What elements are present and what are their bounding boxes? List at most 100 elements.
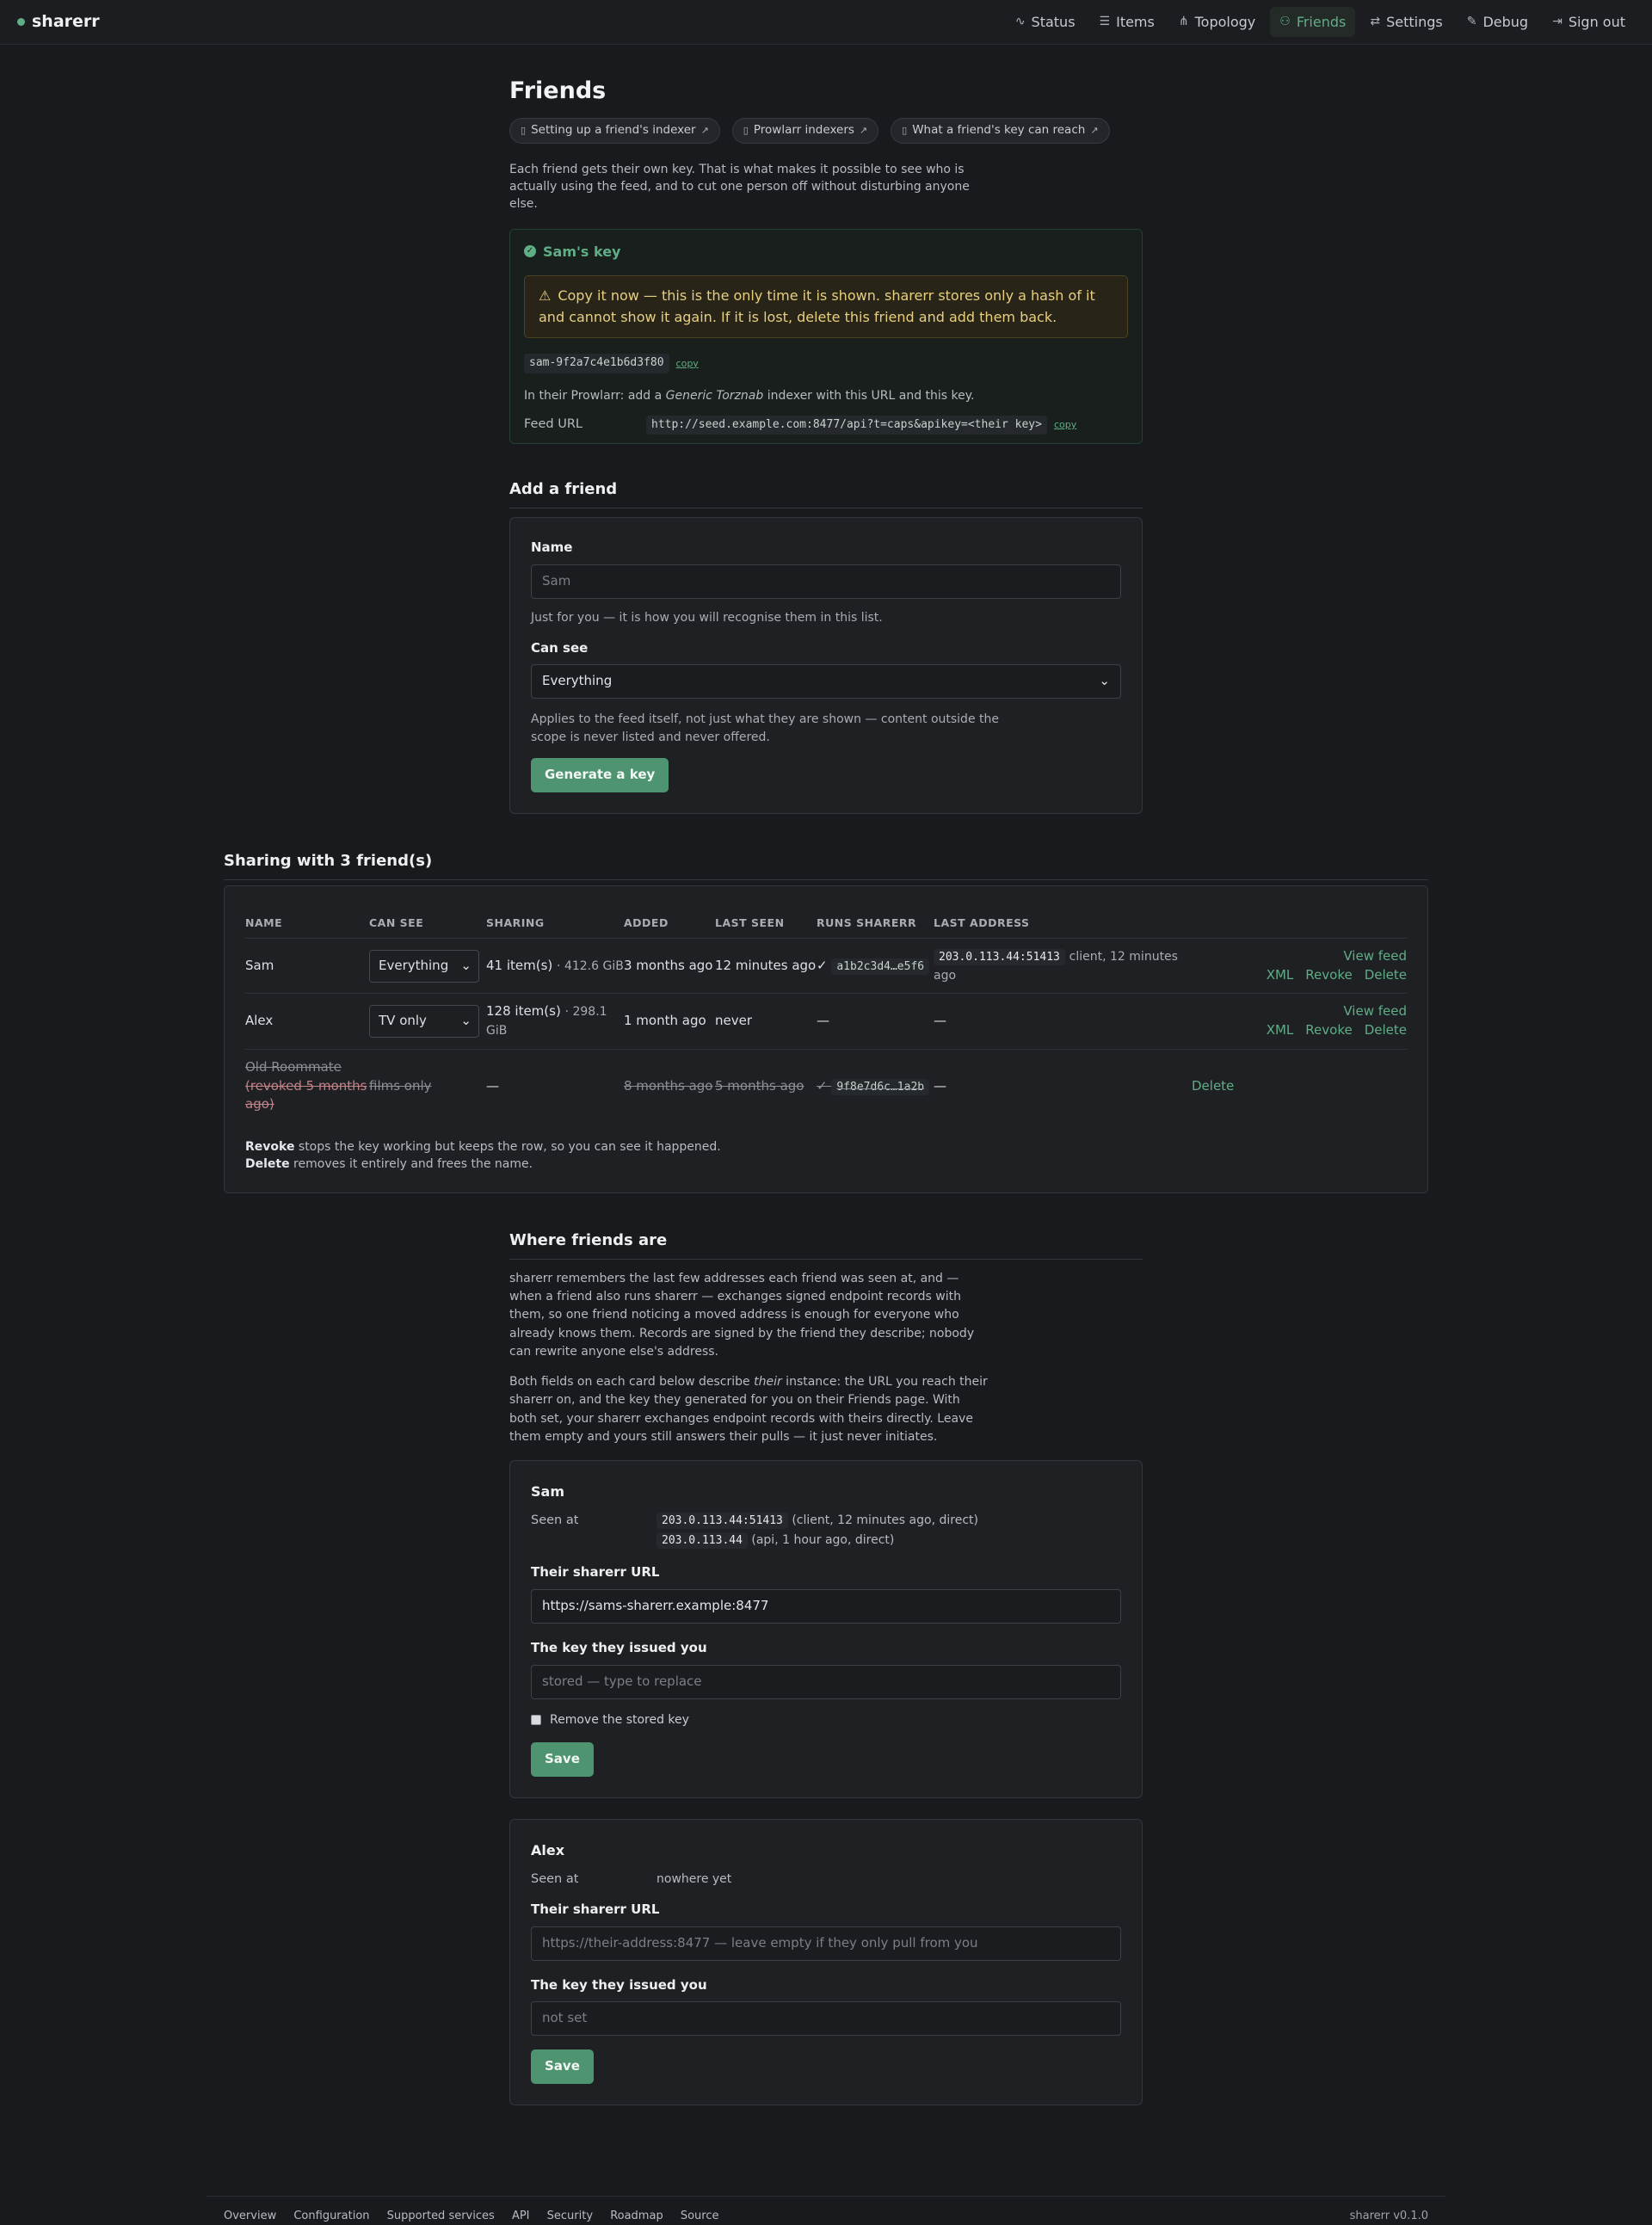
sharing-cell: — (486, 1077, 499, 1094)
doc-chip-key-reach[interactable]: ▯ What a friend's key can reach ↗ (891, 118, 1110, 144)
friends-icon: ⚇ (1279, 15, 1291, 29)
friend-endpoint-card-sam: Sam Seen at 203.0.113.44:51413 (client, … (509, 1460, 1143, 1798)
issued-key-input[interactable]: not set (531, 2001, 1121, 2037)
doc-chip-prowlarr[interactable]: ▯ Prowlarr indexers ↗ (731, 118, 879, 144)
friends-table: NAME CAN SEE SHARING ADDED LAST SEEN RUN… (245, 899, 1407, 1123)
friend-endpoint-card-alex: Alex Seen at nowhere yet Their sharerr U… (509, 1818, 1143, 2106)
sharerr-url-input[interactable]: https://sams-sharerr.example:8477 (531, 1588, 1121, 1624)
footer-link-overview[interactable]: Overview (224, 2210, 276, 2222)
sharing-heading: Sharing with 3 friend(s) (224, 850, 1428, 880)
where-friends-section: Where friends are sharerr remembers the … (509, 1230, 1143, 2106)
nav-friends[interactable]: ⚇ Friends (1270, 6, 1356, 38)
col-sharing: SHARING (486, 899, 624, 939)
footer-link-api[interactable]: API (512, 2210, 530, 2222)
book-icon: ▯ (521, 124, 527, 136)
brand[interactable]: sharerr (17, 10, 100, 34)
row-cansee-select[interactable]: Everything ⌄ (369, 949, 479, 983)
save-button[interactable]: Save (531, 2049, 594, 2085)
footer-link-security[interactable]: Security (547, 2210, 593, 2222)
table-row: Alex TV only ⌄ 128 item(s) · 298.1 GiB 1 … (245, 993, 1407, 1050)
revoke-link[interactable]: Revoke (1305, 1022, 1352, 1038)
last-seen-cell: 12 minutes ago (715, 938, 817, 995)
friends-table-panel: NAME CAN SEE SHARING ADDED LAST SEEN RUN… (224, 884, 1428, 1193)
name-input[interactable]: Sam (531, 564, 1121, 600)
friends-header: Friends ▯ Setting up a friend's indexer ↗ … (509, 74, 1143, 445)
footer-link-supported-services[interactable]: Supported services (387, 2210, 495, 2222)
delete-link[interactable]: Delete (1365, 967, 1407, 983)
sharing-section: Sharing with 3 friend(s) NAME CAN SEE SH… (224, 850, 1428, 1193)
top-nav: sharerr ∿ Status ☰ Items ⋔ Topology ⚇ Friend… (0, 0, 1652, 45)
external-link-icon: ↗ (700, 124, 709, 136)
nav-topology[interactable]: ⋔ Topology (1169, 7, 1265, 37)
footer: Overview Configuration Supported service… (206, 2196, 1446, 2225)
remove-key-option[interactable]: Remove the stored key (531, 1711, 1121, 1729)
friend-name: Sam (245, 938, 369, 995)
brand-name: sharerr (32, 11, 100, 31)
nav-debug[interactable]: ✎ Debug (1458, 7, 1538, 37)
list-icon: ☰ (1099, 15, 1111, 29)
prowlarr-note: In their Prowlarr: add a Generic Torznab… (524, 389, 975, 404)
friend-name: Alex (245, 993, 369, 1050)
sliders-icon: ⇄ (1370, 15, 1381, 29)
brand-logo-icon (17, 17, 25, 26)
nav-sign-out[interactable]: ⇥ Sign out (1543, 7, 1635, 37)
sharing-cell: 41 item(s) · 412.6 GiB (486, 938, 624, 995)
url-label: Their sharerr URL (531, 1901, 660, 1917)
footer-link-configuration[interactable]: Configuration (293, 2210, 369, 2222)
copy-feed-link[interactable]: copy (1054, 418, 1076, 432)
col-last-seen: LAST SEEN (715, 899, 817, 939)
key-label: The key they issued you (531, 1976, 707, 1993)
last-address-cell: 203.0.113.44:51413 client, 12 minutes ag… (934, 938, 1192, 995)
key-label: The key they issued you (531, 1639, 707, 1655)
nav-items[interactable]: ☰ Items (1090, 7, 1164, 37)
book-icon: ▯ (743, 124, 749, 136)
table-row: Old Roommate (revoked 5 months ago) films… (245, 1049, 1407, 1123)
footer-link-roadmap[interactable]: Roadmap (610, 2210, 663, 2222)
sharing-cell: 128 item(s) · 298.1 GiB (486, 993, 624, 1050)
nav-status[interactable]: ∿ Status (1006, 7, 1085, 37)
col-name: NAME (245, 899, 369, 939)
remove-key-checkbox[interactable] (531, 1714, 541, 1725)
seen-at: Seen at 203.0.113.44:51413 (client, 12 m… (531, 1512, 1121, 1551)
doc-chip-indexer[interactable]: ▯ Setting up a friend's indexer ↗ (509, 118, 720, 144)
card-friend-name: Sam (531, 1483, 564, 1501)
save-button[interactable]: Save (531, 1741, 594, 1777)
name-label: Name (531, 539, 573, 556)
add-friend-form: Name Sam Just for you — it is how you wi… (509, 517, 1143, 814)
feed-url-label: Feed URL (524, 417, 583, 432)
runs-sharerr-cell: ✓ 9f8e7d6c…1a2b (817, 1049, 934, 1123)
revoke-link[interactable]: Revoke (1305, 967, 1352, 983)
issued-key-input[interactable]: stored — type to replace (531, 1664, 1121, 1699)
doc-chips: ▯ Setting up a friend's indexer ↗ ▯ Prowlar… (509, 118, 1143, 144)
row-cansee-select[interactable]: TV only ⌄ (369, 1005, 479, 1039)
new-key-title: ✓ Sam's key (524, 242, 1128, 262)
runs-sharerr-cell: ✓ a1b2c3d4…e5f6 (817, 938, 934, 995)
last-seen-cell: never (715, 993, 817, 1050)
topology-icon: ⋔ (1178, 15, 1189, 29)
delete-link[interactable]: Delete (1365, 1022, 1407, 1038)
version: sharerr v0.1.0 (1349, 2210, 1428, 2222)
chevron-down-icon: ⌄ (460, 1013, 472, 1029)
feed-url[interactable]: http://seed.example.com:8477/api?t=caps&… (646, 415, 1047, 435)
copy-key-link[interactable]: copy (676, 357, 699, 371)
footer-link-source[interactable]: Source (681, 2210, 719, 2222)
delete-link[interactable]: Delete (1192, 1078, 1234, 1094)
cansee-select[interactable]: Everything ⌄ (531, 664, 1121, 700)
fingerprint: 9f8e7d6c…1a2b (831, 1078, 930, 1095)
copy-warning: ⚠ Copy it now — this is the only time it … (524, 274, 1128, 339)
feed-url-row: Feed URL http://seed.example.com:8477/ap… (524, 415, 1128, 435)
sharerr-url-input[interactable]: https://their-address:8477 — leave empty… (531, 1926, 1121, 1961)
col-can-see: CAN SEE (369, 899, 486, 939)
name-help: Just for you — it is how you will recogn… (531, 611, 883, 626)
col-added: ADDED (624, 899, 715, 939)
can-see-cell: films only (369, 1077, 432, 1094)
nav-settings[interactable]: ⇄ Settings (1360, 7, 1452, 37)
where-fields-note: Both fields on each card below describe … (509, 1375, 988, 1444)
last-seen-cell: 5 months ago (715, 1077, 804, 1094)
generate-key-button[interactable]: Generate a key (531, 757, 669, 792)
added-cell: 1 month ago (624, 993, 715, 1050)
table-row: Sam Everything ⌄ 41 item(s) · 412.6 GiB 3… (245, 938, 1407, 995)
seen-at: Seen at nowhere yet (531, 1871, 732, 1886)
col-last-address: LAST ADDRESS (934, 899, 1407, 939)
generated-key[interactable]: sam-9f2a7c4e1b6d3f80 (524, 354, 669, 374)
